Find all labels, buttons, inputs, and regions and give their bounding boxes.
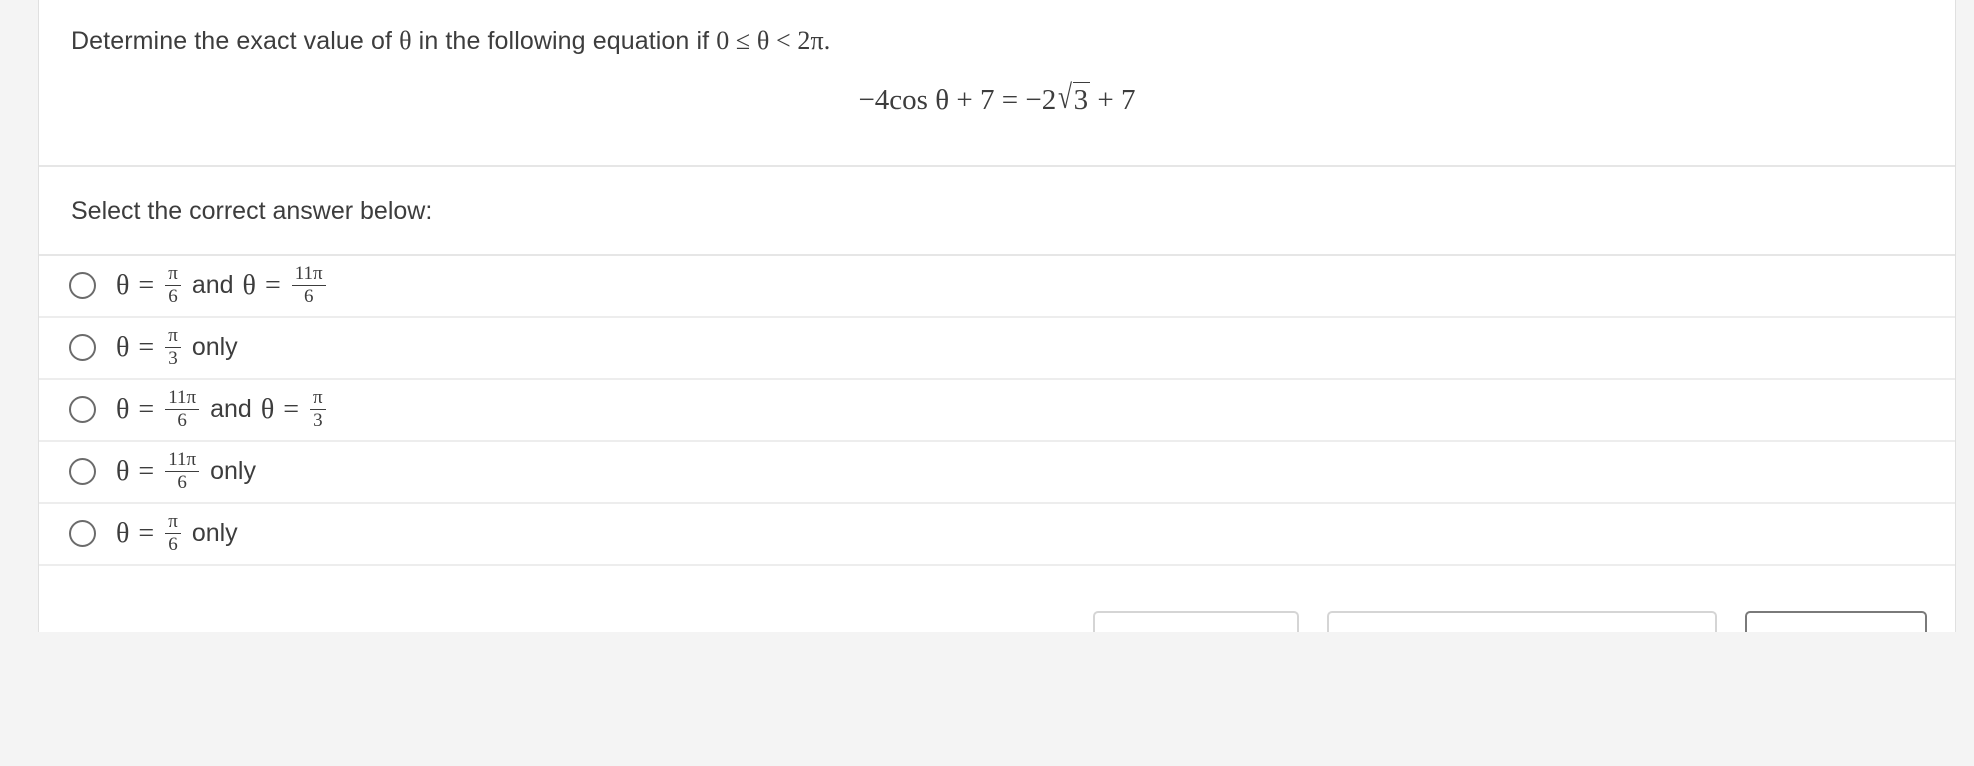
footer-section [39, 566, 1955, 632]
answer-option-1-label: θ = π 6 and θ = 11π 6 [116, 264, 328, 307]
option-2-equals: = [138, 331, 155, 363]
option-2-fraction-1: π 3 [165, 326, 181, 369]
equation-lhs-constant: 7 [979, 83, 995, 116]
equation-rhs-plus: + [1097, 83, 1114, 116]
option-5-fraction-1-numerator: π [165, 512, 181, 535]
option-1-fraction-1-numerator: π [165, 264, 181, 287]
option-3-theta-2: θ [260, 393, 275, 425]
radio-button-icon-2[interactable] [69, 334, 96, 362]
answer-option-2-label: θ = π 3 only [116, 326, 247, 369]
answer-option-3-label: θ = 11π 6 and θ = π 3 [116, 388, 328, 431]
question-card: Determine the exact value of θ in the fo… [38, 0, 1956, 632]
answer-option-4[interactable]: θ = 11π 6 only [39, 442, 1955, 504]
equation-lhs-theta: θ [935, 83, 950, 116]
footer-button-2[interactable] [1327, 610, 1717, 632]
equation-lhs-coefficient: −4cos [858, 83, 928, 116]
option-1-theta-2: θ [242, 269, 256, 301]
option-4-theta: θ [116, 455, 130, 487]
answer-option-2[interactable]: θ = π 3 only [39, 318, 1955, 380]
option-5-theta: θ [116, 517, 130, 549]
option-4-fraction-1: 11π 6 [165, 450, 200, 494]
question-page: Determine the exact value of θ in the fo… [0, 0, 1974, 766]
equation-rhs-coefficient: −2 [1025, 83, 1057, 116]
option-4-suffix: only [210, 457, 256, 486]
prompt-prefix: Determine the exact value of [71, 27, 400, 55]
option-3-equals: = [138, 393, 155, 425]
option-3-fraction-1-denominator: 6 [177, 410, 187, 432]
option-2-suffix: only [191, 333, 238, 362]
prompt-theta-symbol: θ [399, 26, 412, 55]
equation-equals: = [1001, 83, 1019, 116]
select-answer-label: Select the correct answer below: [71, 196, 433, 225]
equation-rhs-constant: 7 [1121, 83, 1136, 116]
footer-button-1[interactable] [1093, 610, 1299, 632]
radio-button-icon-1[interactable] [69, 272, 96, 300]
right-gutter [1956, 0, 1974, 766]
footer-button-3[interactable] [1745, 610, 1927, 632]
answer-option-1[interactable]: θ = π 6 and θ = 11π 6 [39, 256, 1955, 318]
option-1-fraction-2-denominator: 6 [303, 286, 314, 308]
option-2-fraction-1-numerator: π [165, 326, 181, 349]
square-root-expression: √3 [1056, 78, 1091, 117]
prompt-middle: in the following equation if [411, 27, 717, 55]
option-4-equals: = [138, 455, 155, 487]
equation: −4cos θ + 7 = −2√3 + 7 [858, 78, 1136, 117]
option-5-suffix: only [191, 519, 238, 548]
question-prompt-text: Determine the exact value of θ in the fo… [39, 0, 1955, 58]
answer-option-4-label: θ = 11π 6 only [116, 450, 265, 493]
option-1-fraction-2-numerator: 11π [291, 264, 326, 287]
option-4-fraction-1-numerator: 11π [165, 450, 200, 473]
option-1-equals-2: = [264, 269, 281, 301]
option-1-theta: θ [116, 269, 130, 301]
radio-button-icon-5[interactable] [69, 520, 96, 548]
option-3-fraction-1-numerator: 11π [165, 388, 200, 411]
option-3-fraction-2: π 3 [310, 388, 326, 431]
answer-option-3[interactable]: θ = 11π 6 and θ = π 3 [39, 380, 1955, 442]
radio-button-icon-3[interactable] [69, 396, 96, 424]
equation-container: −4cos θ + 7 = −2√3 + 7 [39, 58, 1955, 165]
footer-button-bar [39, 610, 1955, 632]
option-3-fraction-2-denominator: 3 [313, 410, 323, 432]
option-4-fraction-1-denominator: 6 [177, 472, 187, 494]
answer-option-5-label: θ = π 6 only [116, 512, 247, 555]
option-3-connector: and [210, 395, 252, 424]
radio-button-icon-4[interactable] [69, 458, 96, 486]
select-answer-section: Select the correct answer below: [39, 167, 1955, 256]
option-3-fraction-2-numerator: π [310, 388, 326, 411]
option-1-connector: and [191, 271, 234, 300]
question-prompt-section: Determine the exact value of θ in the fo… [39, 0, 1955, 167]
option-5-equals: = [138, 517, 155, 549]
option-1-equals: = [138, 269, 155, 301]
equation-radicand: 3 [1072, 81, 1091, 116]
radical-icon: √ [1058, 78, 1073, 116]
answer-option-5[interactable]: θ = π 6 only [39, 504, 1955, 566]
option-3-theta: θ [116, 393, 130, 425]
option-1-fraction-2: 11π 6 [291, 264, 326, 308]
option-5-fraction-1-denominator: 6 [168, 534, 178, 556]
equation-lhs-plus: + [956, 83, 973, 116]
option-1-fraction-1-denominator: 6 [168, 286, 178, 308]
option-5-fraction-1: π 6 [165, 512, 181, 555]
option-2-fraction-1-denominator: 3 [168, 348, 178, 370]
prompt-condition: 0 ≤ θ < 2π. [716, 26, 831, 55]
option-3-equals-2: = [283, 393, 300, 425]
option-3-fraction-1: 11π 6 [165, 388, 200, 432]
option-1-fraction-1: π 6 [165, 264, 181, 307]
option-2-theta: θ [116, 331, 130, 363]
